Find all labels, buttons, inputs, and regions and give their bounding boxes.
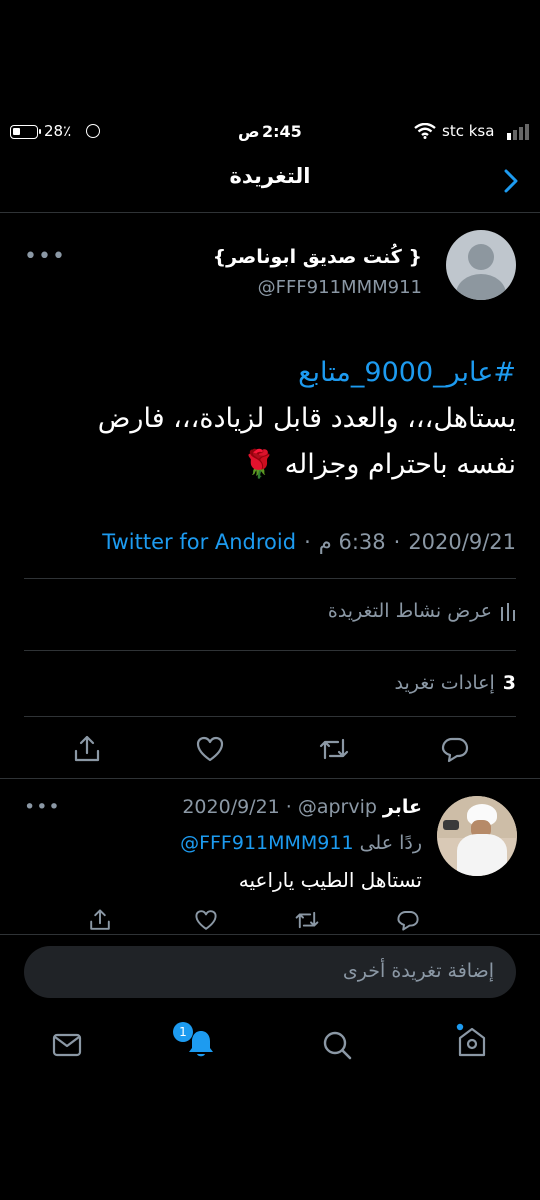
view-tweet-activity-row[interactable]: عرض نشاط التغريدة bbox=[328, 600, 516, 622]
rotation-lock-icon bbox=[86, 124, 100, 138]
header-divider bbox=[0, 212, 540, 213]
like-heart-icon[interactable] bbox=[195, 734, 225, 764]
tweet-hashtag[interactable]: #عابر_9000_متابع bbox=[24, 350, 516, 396]
reply-author-handle[interactable]: @aprvip bbox=[298, 796, 377, 818]
tweet-author-name[interactable]: { كُنت صديق ابوناصر} bbox=[213, 246, 422, 268]
avatar[interactable] bbox=[446, 230, 516, 300]
reply-retweet-icon[interactable] bbox=[294, 908, 320, 932]
divider bbox=[0, 934, 540, 935]
notifications-badge: 1 bbox=[173, 1022, 193, 1042]
retweet-icon[interactable] bbox=[318, 734, 350, 764]
replying-to-handle[interactable]: @FFF911MMM911 bbox=[180, 832, 354, 854]
carrier-name: stc ksa bbox=[442, 122, 495, 140]
reply-avatar[interactable] bbox=[437, 796, 517, 876]
reply-author-name[interactable]: عابر bbox=[383, 796, 422, 818]
reply-date: 2020/9/21 bbox=[182, 796, 280, 818]
add-tweet-input[interactable]: إضافة تغريدة أخرى bbox=[24, 946, 516, 998]
tweet-text-line-1: يستاهل،،، والعدد قابل لزيادة،،، فارض bbox=[97, 403, 516, 434]
reply-more-options-icon[interactable]: ••• bbox=[24, 796, 61, 818]
meta-separator: · bbox=[285, 796, 292, 818]
home-icon[interactable] bbox=[456, 1022, 488, 1058]
tweet-meta: 2020/9/21 · 6:38 م · Twitter for Android bbox=[102, 530, 516, 554]
page-title: التغريدة bbox=[229, 164, 311, 188]
divider bbox=[24, 716, 516, 717]
share-icon[interactable] bbox=[72, 734, 102, 764]
retweets-count: 3 bbox=[502, 672, 516, 694]
status-time: 2:45 bbox=[262, 122, 302, 141]
meta-separator: · bbox=[393, 530, 401, 554]
search-icon[interactable] bbox=[322, 1030, 352, 1060]
tweet-date: 2020/9/21 bbox=[408, 530, 516, 554]
tweet-text-line-2: نفسه باحترام وجزاله bbox=[284, 449, 516, 480]
replying-to-prefix: ردًا على bbox=[359, 832, 422, 854]
activity-chart-icon bbox=[501, 603, 515, 621]
battery-icon bbox=[10, 125, 41, 139]
reply-share-icon[interactable] bbox=[88, 908, 112, 932]
wifi-icon bbox=[414, 123, 436, 139]
top-bar: التغريدة bbox=[0, 160, 540, 200]
reply-header: عابر @aprvip · 2020/9/21 bbox=[182, 796, 422, 818]
retweets-row[interactable]: 3 إعادات تغريد bbox=[394, 672, 516, 694]
meta-separator: · bbox=[304, 530, 311, 554]
reply-text: تستاهل الطيب ياراعيه bbox=[238, 868, 422, 892]
divider bbox=[24, 650, 516, 651]
cellular-signal-icon bbox=[507, 124, 529, 140]
more-options-icon[interactable]: ••• bbox=[24, 244, 66, 269]
reply-like-heart-icon[interactable] bbox=[194, 908, 218, 932]
status-time-suffix: ص bbox=[238, 122, 260, 141]
replying-to: ردًا على @FFF911MMM911 bbox=[180, 832, 422, 854]
tweet-source[interactable]: Twitter for Android bbox=[102, 530, 296, 554]
retweets-label: إعادات تغريد bbox=[394, 672, 495, 694]
divider bbox=[24, 578, 516, 579]
tweet-time: 6:38 م bbox=[318, 530, 386, 554]
status-bar: 28٪ ص 2:45 stc ksa bbox=[0, 122, 540, 148]
reply-comment-icon[interactable] bbox=[440, 734, 470, 764]
add-tweet-placeholder: إضافة تغريدة أخرى bbox=[342, 960, 494, 982]
battery-percent: 28٪ bbox=[44, 122, 72, 140]
messages-mail-icon[interactable] bbox=[52, 1032, 82, 1058]
tweet-author-handle[interactable]: @FFF911MMM911 bbox=[258, 277, 422, 298]
back-chevron-icon[interactable] bbox=[500, 168, 522, 194]
reply-comment-icon[interactable] bbox=[396, 908, 420, 932]
tweet-body: #عابر_9000_متابع يستاهل،،، والعدد قابل ل… bbox=[24, 350, 516, 488]
divider bbox=[0, 778, 540, 779]
rose-emoji: 🌹 bbox=[242, 449, 276, 480]
view-activity-label: عرض نشاط التغريدة bbox=[327, 600, 492, 622]
